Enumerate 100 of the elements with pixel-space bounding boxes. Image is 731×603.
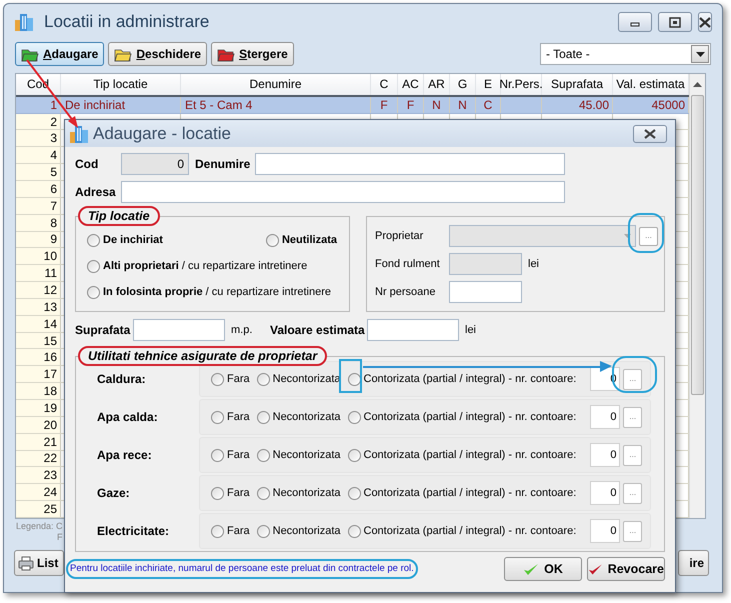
- field-label: Cod: [75, 156, 100, 173]
- table-cell: 22: [16, 450, 61, 466]
- column-header[interactable]: C: [371, 74, 398, 95]
- table-cell: N: [424, 96, 450, 113]
- radio-button[interactable]: [211, 410, 224, 424]
- arrow: [26, 59, 78, 128]
- field-label: Fond rulment: [375, 256, 441, 272]
- radio-label: Fara: [227, 410, 250, 425]
- column-header[interactable]: Denumire: [181, 74, 371, 95]
- table-cell: 10: [16, 248, 61, 264]
- dropdown-arrow-button[interactable]: [691, 45, 709, 63]
- meter-count-field[interactable]: 0: [590, 405, 620, 429]
- area-field[interactable]: [133, 319, 225, 341]
- highlight-outline: [628, 213, 664, 253]
- radio-button[interactable]: [87, 260, 100, 273]
- caret-icon: [624, 234, 631, 238]
- radio-button[interactable]: [348, 410, 360, 424]
- close-button[interactable]: [698, 12, 712, 32]
- radio-button[interactable]: [211, 524, 224, 538]
- browse-button[interactable]: ...: [623, 406, 642, 428]
- app-icon: [14, 12, 34, 32]
- radio-button[interactable]: [348, 524, 360, 538]
- table-cell: 20: [16, 416, 61, 433]
- radio-button[interactable]: [256, 372, 270, 386]
- toolbar-button[interactable]: Adaugare: [15, 42, 104, 66]
- browse-button[interactable]: ...: [623, 482, 642, 504]
- column-header[interactable]: AR: [424, 74, 450, 95]
- radio-label: Neutilizata: [282, 234, 337, 247]
- meter-count-field[interactable]: 0: [590, 519, 620, 543]
- radio-button[interactable]: [211, 448, 224, 462]
- table-cell: 1: [16, 96, 61, 113]
- table-cell: C: [476, 96, 501, 113]
- printer-icon: [18, 556, 34, 570]
- scrollbar-thumb[interactable]: [691, 95, 704, 395]
- radio-label: Fara: [227, 448, 250, 463]
- radio-button[interactable]: [256, 524, 270, 538]
- dialog-button[interactable]: OK: [504, 557, 582, 581]
- column-header[interactable]: E: [476, 74, 501, 95]
- radio-label: Fara: [227, 486, 250, 501]
- table-cell: 7: [16, 198, 61, 214]
- table-cell: 14: [16, 316, 61, 332]
- dialog-button[interactable]: Revocare: [587, 557, 665, 581]
- code-field[interactable]: 0: [121, 153, 189, 175]
- table-row[interactable]: 1 De inchiriat Et 5 - Cam 4 F F N N C 45.00 45000: [16, 96, 689, 114]
- legend-text: F: [57, 532, 62, 543]
- meter-count-field[interactable]: 0: [590, 443, 620, 467]
- field-label: Nr persoane: [375, 284, 437, 300]
- radio-button[interactable]: [211, 486, 224, 500]
- browse-button[interactable]: ...: [623, 444, 642, 466]
- utility-label: Gaze:: [97, 485, 131, 502]
- table-cell: 3: [16, 130, 61, 146]
- radio-label: Contorizata (partial / integral) - nr. contoare:: [364, 486, 576, 501]
- radio-button[interactable]: [256, 486, 270, 500]
- bottom-button[interactable]: List: [14, 550, 64, 576]
- close-icon: [644, 128, 656, 138]
- radio-label: Fara: [227, 524, 250, 539]
- radio-button[interactable]: [348, 448, 360, 462]
- bottom-button[interactable]: ire: [678, 550, 709, 576]
- field-label: Proprietar: [375, 228, 424, 244]
- radio-button[interactable]: [348, 372, 360, 386]
- table-cell: 16: [16, 349, 61, 366]
- unit-label: lei: [465, 322, 476, 338]
- radio-button[interactable]: [266, 234, 279, 247]
- table-cell: 12: [16, 282, 61, 298]
- window-title: Locatii in administrare: [44, 11, 210, 34]
- radio-button[interactable]: [256, 410, 270, 424]
- column-header[interactable]: G: [450, 74, 476, 95]
- radio-button[interactable]: [256, 448, 270, 462]
- toolbar-button[interactable]: Stergere: [211, 42, 294, 66]
- radio-button[interactable]: [348, 486, 360, 500]
- minimize-button[interactable]: [618, 12, 652, 32]
- meter-count-field[interactable]: 0: [590, 481, 620, 505]
- unit-label: lei: [528, 256, 540, 272]
- column-header[interactable]: AC: [398, 74, 424, 95]
- maximize-button[interactable]: [658, 12, 692, 32]
- radio-button[interactable]: [87, 286, 100, 299]
- browse-button[interactable]: ...: [623, 520, 642, 542]
- table-cell: 21: [16, 434, 61, 450]
- radio-button[interactable]: [211, 372, 224, 386]
- table-cell: N: [450, 96, 476, 113]
- value-field[interactable]: [367, 319, 459, 341]
- maximize-icon: [669, 16, 681, 28]
- table-cell: 5: [16, 164, 61, 180]
- radio-button[interactable]: [87, 234, 100, 247]
- browse-button[interactable]: ...: [623, 368, 642, 390]
- name-field[interactable]: [255, 153, 565, 175]
- radio-label: Contorizata (partial / integral) - nr. contoare:: [364, 524, 576, 539]
- table-cell: F: [398, 96, 424, 113]
- radio-label: Alti proprietari / cu repartizare intretinere: [103, 260, 308, 273]
- table-cell: 18: [16, 383, 61, 399]
- filter-dropdown[interactable]: - Toate -: [540, 43, 711, 65]
- input-field[interactable]: [449, 281, 522, 303]
- column-header[interactable]: Nr.Pers.: [501, 74, 542, 95]
- column-header[interactable]: Suprafata: [542, 74, 613, 95]
- utility-label: Caldura:: [97, 371, 147, 388]
- scroll-up-icon: [693, 82, 702, 87]
- toolbar-button[interactable]: Deschidere: [108, 42, 208, 66]
- close-button[interactable]: [633, 124, 667, 142]
- address-field[interactable]: [121, 181, 565, 203]
- column-header[interactable]: Tip locatie: [61, 74, 181, 95]
